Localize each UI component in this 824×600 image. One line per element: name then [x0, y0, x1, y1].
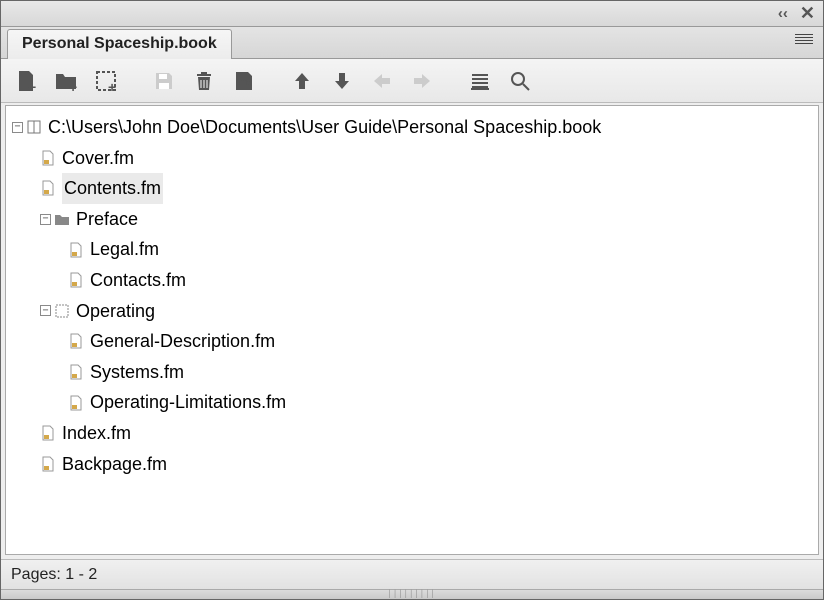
tree-item-label[interactable]: Contacts.fm — [90, 265, 186, 296]
toolbar: + + + — [1, 59, 823, 103]
tree-item-cover[interactable]: Cover.fm — [12, 143, 818, 174]
update-button[interactable] — [227, 64, 261, 98]
tree-item-label[interactable]: Operating-Limitations.fm — [90, 387, 286, 418]
tree-item-label[interactable]: Operating — [76, 296, 155, 327]
tree-item-contacts[interactable]: Contacts.fm — [12, 265, 818, 296]
tree-item-contents[interactable]: Contents.fm — [12, 173, 818, 204]
add-group-button[interactable]: + — [89, 64, 123, 98]
pages-status: Pages: 1 - 2 — [11, 566, 97, 584]
tree-root-label[interactable]: C:\Users\John Doe\Documents\User Guide\P… — [48, 112, 601, 143]
fm-file-icon — [68, 242, 84, 258]
file-tree: − C:\Users\John Doe\Documents\User Guide… — [12, 112, 818, 479]
group-icon — [54, 303, 70, 319]
collapse-icon[interactable]: ‹‹ — [778, 5, 788, 22]
fm-file-icon — [68, 333, 84, 349]
tree-item-general[interactable]: General-Description.fm — [12, 326, 818, 357]
panel-menu-icon[interactable] — [795, 34, 813, 44]
book-icon — [26, 119, 42, 135]
tree-item-label[interactable]: General-Description.fm — [90, 326, 275, 357]
tree-item-label[interactable]: Index.fm — [62, 418, 131, 449]
tree-folder-preface[interactable]: − Preface — [12, 204, 818, 235]
fm-file-icon — [40, 180, 56, 196]
tree-item-label[interactable]: Systems.fm — [90, 357, 184, 388]
fm-file-icon — [68, 272, 84, 288]
book-panel: ‹‹ ✕ Personal Spaceship.book + + + — [0, 0, 824, 600]
folder-icon — [54, 211, 70, 227]
fm-file-icon — [68, 364, 84, 380]
tree-item-index[interactable]: Index.fm — [12, 418, 818, 449]
svg-text:+: + — [69, 79, 77, 93]
save-button[interactable] — [147, 64, 181, 98]
status-bar: Pages: 1 - 2 — [1, 559, 823, 589]
move-left-button[interactable] — [365, 64, 399, 98]
expand-toggle-icon[interactable]: − — [12, 122, 23, 133]
move-down-button[interactable] — [325, 64, 359, 98]
search-button[interactable] — [503, 64, 537, 98]
outline-button[interactable] — [463, 64, 497, 98]
add-file-button[interactable]: + — [9, 64, 43, 98]
tree-item-label[interactable]: Preface — [76, 204, 138, 235]
titlebar: ‹‹ ✕ — [1, 1, 823, 27]
resize-handle[interactable]: │││││││││ — [1, 589, 823, 599]
tree-item-label[interactable]: Backpage.fm — [62, 449, 167, 480]
tab-book[interactable]: Personal Spaceship.book — [7, 29, 232, 59]
add-folder-button[interactable]: + — [49, 64, 83, 98]
move-up-button[interactable] — [285, 64, 319, 98]
tree-root[interactable]: − C:\Users\John Doe\Documents\User Guide… — [12, 112, 818, 143]
tree-item-label[interactable]: Cover.fm — [62, 143, 134, 174]
fm-file-icon — [40, 456, 56, 472]
delete-button[interactable] — [187, 64, 221, 98]
fm-file-icon — [68, 395, 84, 411]
tree-item-label[interactable]: Contents.fm — [62, 173, 163, 204]
tree-item-backpage[interactable]: Backpage.fm — [12, 449, 818, 480]
fm-file-icon — [40, 425, 56, 441]
svg-text:+: + — [108, 79, 116, 93]
tree-item-systems[interactable]: Systems.fm — [12, 357, 818, 388]
tree-folder-operating[interactable]: − Operating — [12, 296, 818, 327]
svg-text:+: + — [28, 79, 36, 93]
fm-file-icon — [40, 150, 56, 166]
move-right-button[interactable] — [405, 64, 439, 98]
expand-toggle-icon[interactable]: − — [40, 214, 51, 225]
close-icon[interactable]: ✕ — [800, 3, 815, 24]
tree-item-label[interactable]: Legal.fm — [90, 234, 159, 265]
tree-content: − C:\Users\John Doe\Documents\User Guide… — [5, 105, 819, 555]
tree-item-limitations[interactable]: Operating-Limitations.fm — [12, 387, 818, 418]
expand-toggle-icon[interactable]: − — [40, 305, 51, 316]
tree-item-legal[interactable]: Legal.fm — [12, 234, 818, 265]
tab-row: Personal Spaceship.book — [1, 27, 823, 59]
